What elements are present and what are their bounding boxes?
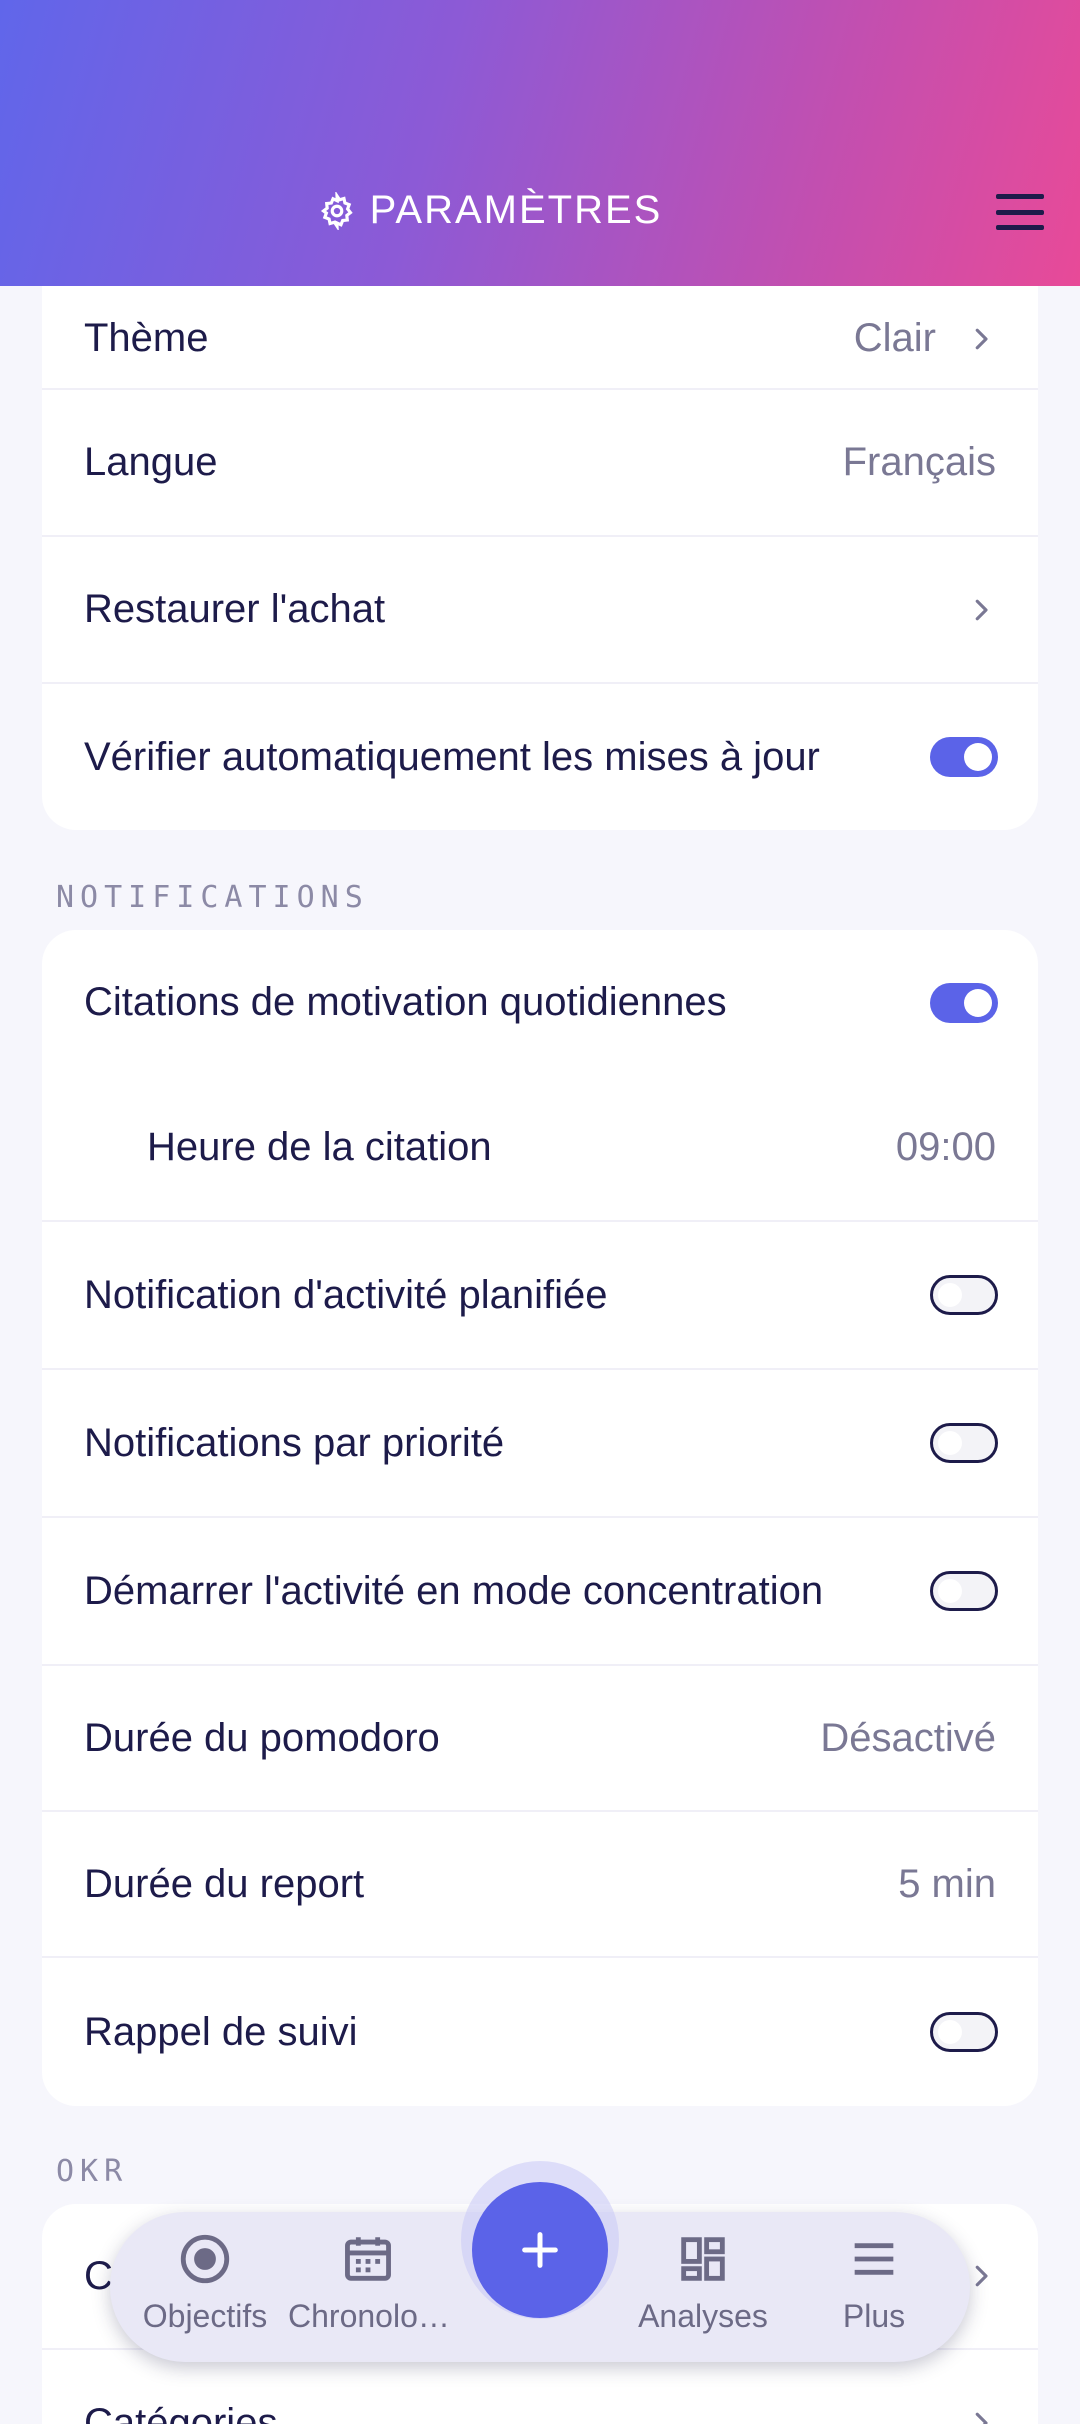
app-header: PARAMÈTRES (0, 0, 1080, 286)
priority-notifications-label: Notifications par priorité (84, 1420, 505, 1465)
menu-icon-bar (996, 194, 1044, 199)
chevron-right-icon (975, 599, 988, 620)
theme-value-group: Clair (854, 316, 996, 361)
okr-section-label: OKR (56, 2154, 129, 2189)
auto-update-row: Vérifier automatiquement les mises à jou… (42, 684, 1038, 830)
general-settings-card: Thème Clair Langue Français Restaurer l'… (42, 240, 1038, 830)
nav-label: Analyses (638, 2298, 768, 2334)
chevron-right-icon (975, 328, 988, 349)
chevron-right-icon (975, 2265, 988, 2287)
focus-mode-label: Démarrer l'activité en mode concentratio… (84, 1568, 824, 1613)
add-button[interactable] (472, 2182, 608, 2318)
notifications-section-label: NOTIFICATIONS (56, 880, 369, 915)
target-icon (180, 2234, 230, 2284)
pomodoro-duration-label: Durée du pomodoro (84, 1715, 440, 1760)
follow-up-reminder-toggle[interactable] (930, 2012, 998, 2052)
daily-quotes-label: Citations de motivation quotidiennes (84, 980, 727, 1024)
okr-first-row-label: C (84, 2253, 113, 2298)
nav-item-analyses[interactable]: Analyses (623, 2230, 783, 2335)
notifications-card: Citations de motivation quotidiennes Heu… (42, 930, 1038, 2106)
nav-label: Objectifs (142, 2298, 268, 2334)
pomodoro-duration-value: Désactivé (820, 1715, 996, 1760)
quote-time-label: Heure de la citation (147, 1125, 492, 1169)
gear-icon (320, 191, 353, 230)
restore-purchase-label: Restaurer l'achat (84, 587, 386, 631)
page-title-text: PARAMÈTRES (369, 188, 663, 232)
follow-up-reminder-row: Rappel de suivi (42, 1958, 1038, 2106)
menu-icon-bar (996, 209, 1044, 215)
language-row[interactable]: Langue Français (42, 390, 1038, 537)
focus-mode-toggle[interactable] (930, 1571, 998, 1611)
planned-activity-row: Notification d'activité planifiée (42, 1222, 1038, 1370)
daily-quotes-row: Citations de motivation quotidiennes (42, 930, 1038, 1075)
theme-value: Clair (853, 316, 936, 360)
nav-item-plus[interactable]: Plus (794, 2230, 954, 2335)
nav-item-objectifs[interactable]: Objectifs (125, 2230, 285, 2335)
planned-activity-label: Notification d'activité planifiée (84, 1272, 608, 1317)
chevron-right-icon (975, 2412, 988, 2424)
planned-activity-toggle[interactable] (930, 1275, 998, 1315)
dashboard-icon (681, 2237, 725, 2281)
menu-icon (854, 2243, 894, 2275)
priority-notifications-toggle[interactable] (930, 1423, 998, 1463)
priority-notifications-row: Notifications par priorité (42, 1370, 1038, 1518)
settings-screen: PARAMÈTRES Thème Clair Langue Français R… (0, 0, 1080, 2424)
daily-quotes-toggle[interactable] (930, 982, 998, 1023)
snooze-duration-row[interactable]: Durée du report 5 min (42, 1812, 1038, 1958)
nav-label: Plus (842, 2298, 906, 2334)
auto-update-label: Vérifier automatiquement les mises à jou… (84, 734, 820, 779)
hamburger-menu-button[interactable] (992, 190, 1048, 234)
restore-purchase-row[interactable]: Restaurer l'achat (42, 537, 1038, 684)
snooze-duration-label: Durée du report (84, 1861, 365, 1906)
pomodoro-duration-row[interactable]: Durée du pomodoro Désactivé (42, 1666, 1038, 1812)
auto-update-toggle[interactable] (930, 737, 998, 777)
focus-mode-row: Démarrer l'activité en mode concentratio… (42, 1518, 1038, 1666)
nav-label: Chronolo… (288, 2298, 450, 2334)
theme-label: Thème (84, 316, 209, 360)
follow-up-reminder-label: Rappel de suivi (84, 2009, 358, 2054)
calendar-icon (345, 2237, 391, 2281)
snooze-duration-value: 5 min (898, 1861, 996, 1906)
okr-categories-label: Catégories (84, 2400, 278, 2424)
page-title: PARAMÈTRES (0, 188, 980, 233)
quote-time-value: 09:00 (895, 1125, 996, 1169)
language-label: Langue (84, 440, 218, 484)
language-value: Français (842, 440, 996, 484)
quote-time-row[interactable]: Heure de la citation 09:00 (42, 1075, 1038, 1222)
nav-item-chronologie[interactable]: Chronolo… (288, 2230, 450, 2335)
plus-icon (522, 2232, 558, 2268)
menu-icon-bar (996, 225, 1044, 230)
